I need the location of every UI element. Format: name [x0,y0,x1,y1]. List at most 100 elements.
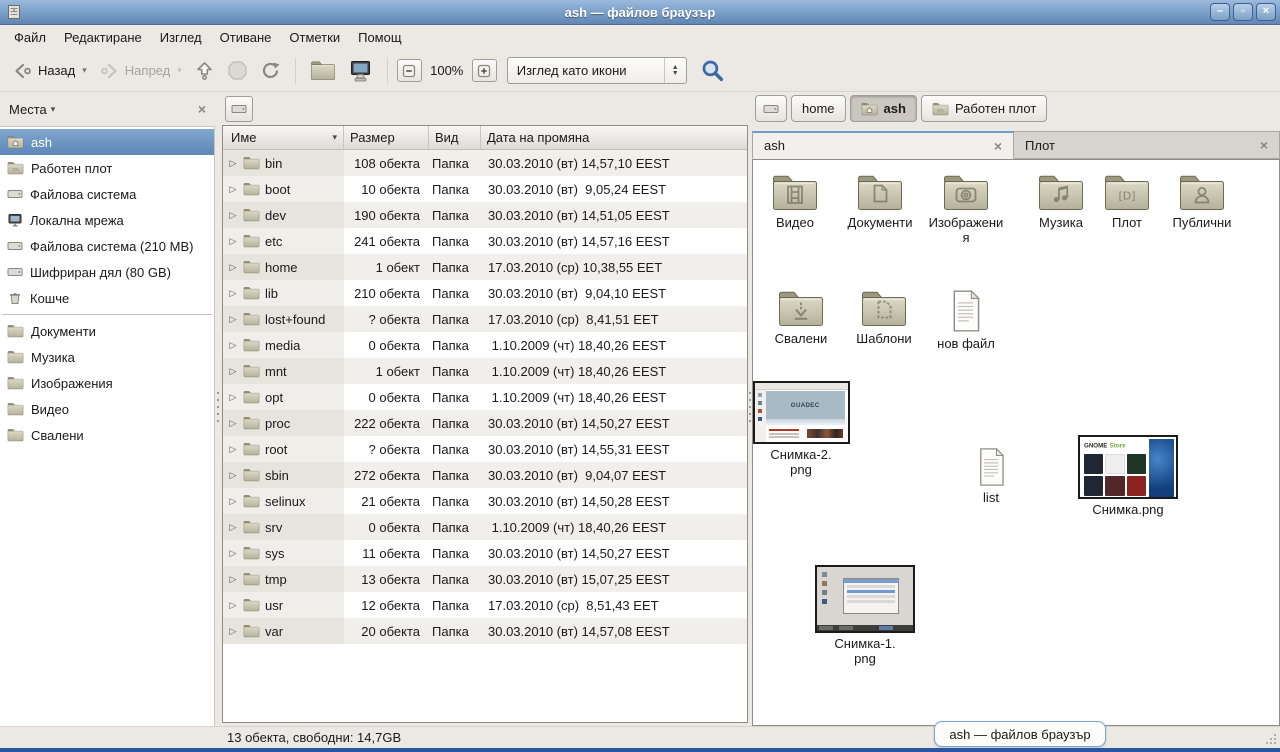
path-button-desktop[interactable]: Работен плот [921,95,1047,122]
path-button-ash[interactable]: ash [850,95,917,122]
expander-icon[interactable]: ▷ [228,340,238,351]
tree-row-var[interactable]: ▷var20 обектаПапка30.03.2010 (вт) 14,57,… [223,618,747,644]
expander-icon[interactable]: ▷ [228,392,238,403]
pane-splitter[interactable] [215,92,222,726]
column-header-date[interactable]: Дата на промяна [481,126,747,149]
column-header-type[interactable]: Вид [429,126,481,149]
maximize-button[interactable]: ▫ [1233,3,1253,21]
tree-row-dev[interactable]: ▷dev190 обектаПапка30.03.2010 (вт) 14,51… [223,202,747,228]
tab-Плот[interactable]: Плот× [1014,131,1280,159]
view-mode-select[interactable]: Изглед като икони ▲▼ [507,57,687,84]
up-button[interactable] [189,56,220,85]
tree-row-opt[interactable]: ▷opt0 обектаПапка 1.10.2009 (чт) 18,40,2… [223,384,747,410]
sidebar-item-11[interactable]: Видео [0,396,214,422]
expander-icon[interactable]: ▷ [228,444,238,455]
tree-row-boot[interactable]: ▷boot10 обектаПапка30.03.2010 (вт) 9,05,… [223,176,747,202]
sidebar-title[interactable]: Места [9,102,47,117]
tree-row-sys[interactable]: ▷sys11 обектаПапка30.03.2010 (вт) 14,50,… [223,540,747,566]
root-location-button[interactable] [225,96,253,122]
sidebar-item-5[interactable]: Шифриран дял (80 GB) [0,259,214,285]
sidebar-item-0[interactable]: ash [0,129,214,155]
icon-item-snimka-1[interactable]: Снимка-1.png [833,565,897,667]
expander-icon[interactable]: ▷ [228,236,238,247]
search-button[interactable] [695,54,730,87]
sidebar-item-2[interactable]: Файлова система [0,181,214,207]
zoom-out-button[interactable] [397,59,422,82]
sidebar-close-icon[interactable]: × [198,101,206,117]
expander-icon[interactable]: ▷ [228,210,238,221]
expander-icon[interactable]: ▷ [228,288,238,299]
tree-row-tmp[interactable]: ▷tmp13 обектаПапка30.03.2010 (вт) 15,07,… [223,566,747,592]
reload-button[interactable] [255,56,286,85]
tree-row-proc[interactable]: ▷proc222 обектаПапка30.03.2010 (вт) 14,5… [223,410,747,436]
sidebar-item-1[interactable]: Работен плот [0,155,214,181]
expander-icon[interactable]: ▷ [228,418,238,429]
icon-item-templates[interactable]: Шаблони [847,289,921,346]
tree-row-sbin[interactable]: ▷sbin272 обектаПапка30.03.2010 (вт) 9,04… [223,462,747,488]
close-button[interactable]: × [1256,3,1276,21]
menu-item-5[interactable]: Помощ [349,27,410,48]
icon-item-videos[interactable]: Видео [763,173,827,230]
tree-row-home[interactable]: ▷home1 обектПапка17.03.2010 (ср) 10,38,5… [223,254,747,280]
tree-row-media[interactable]: ▷media0 обектаПапка 1.10.2009 (чт) 18,40… [223,332,747,358]
expander-icon[interactable]: ▷ [228,600,238,611]
tree-row-bin[interactable]: ▷bin108 обектаПапка30.03.2010 (вт) 14,57… [223,150,747,176]
tab-close-icon[interactable]: × [1260,137,1268,153]
menu-item-3[interactable]: Отиване [211,27,281,48]
sidebar-item-6[interactable]: Кошче [0,285,214,311]
chevron-down-icon[interactable]: ▾ [51,104,56,115]
computer-button[interactable] [343,55,378,87]
tree-row-lost+found[interactable]: ▷lost+found? обектаПапка17.03.2010 (ср) … [223,306,747,332]
home-button[interactable] [305,56,341,85]
expander-icon[interactable]: ▷ [228,574,238,585]
icon-item-list[interactable]: list [961,447,1021,505]
sidebar-item-8[interactable]: Документи [0,318,214,344]
menu-item-1[interactable]: Редактиране [55,27,151,48]
expander-icon[interactable]: ▷ [228,366,238,377]
tree-row-etc[interactable]: ▷etc241 обектаПапка30.03.2010 (вт) 14,57… [223,228,747,254]
icon-item-snimka[interactable]: GNOME Store Снимка.png [1075,435,1181,517]
expander-icon[interactable]: ▷ [228,522,238,533]
forward-button[interactable]: Напред ▾ [94,57,187,85]
expander-icon[interactable]: ▷ [228,184,238,195]
icon-item-desktop[interactable]: Плот [1097,173,1157,230]
tree-row-srv[interactable]: ▷srv0 обектаПапка 1.10.2009 (чт) 18,40,2… [223,514,747,540]
column-header-name[interactable]: Име ▾ [223,126,344,149]
sidebar-item-4[interactable]: Файлова система (210 MB) [0,233,214,259]
expander-icon[interactable]: ▷ [228,158,238,169]
icon-item-downloads[interactable]: Свалени [765,289,837,346]
tab-ash[interactable]: ash× [752,131,1014,159]
icon-item-documents[interactable]: Документи [837,173,923,230]
column-header-size[interactable]: Размер [344,126,429,149]
resize-grip[interactable] [1264,732,1276,744]
sidebar-item-10[interactable]: Изображения [0,370,214,396]
expander-icon[interactable]: ▷ [228,262,238,273]
sidebar-item-12[interactable]: Свалени [0,422,214,448]
menu-item-4[interactable]: Отметки [280,27,349,48]
menu-item-0[interactable]: Файл [5,27,55,48]
menu-item-2[interactable]: Изглед [151,27,211,48]
tree-row-usr[interactable]: ▷usr12 обектаПапка17.03.2010 (ср) 8,51,4… [223,592,747,618]
forward-dropdown-icon[interactable]: ▾ [175,65,182,76]
back-dropdown-icon[interactable]: ▾ [80,65,87,76]
tab-close-icon[interactable]: × [994,138,1002,154]
sidebar-item-9[interactable]: Музика [0,344,214,370]
icon-item-new-file[interactable]: нов файл [929,289,1003,351]
expander-icon[interactable]: ▷ [228,626,238,637]
tree-row-selinux[interactable]: ▷selinux21 обектаПапка30.03.2010 (вт) 14… [223,488,747,514]
path-button-home[interactable]: home [791,95,846,122]
icon-item-music[interactable]: Музика [1027,173,1095,230]
icon-item-public[interactable]: Публични [1161,173,1243,230]
zoom-in-button[interactable] [472,59,497,82]
tree-row-mnt[interactable]: ▷mnt1 обектПапка 1.10.2009 (чт) 18,40,26… [223,358,747,384]
sidebar-item-3[interactable]: Локална мрежа [0,207,214,233]
expander-icon[interactable]: ▷ [228,314,238,325]
tree-row-lib[interactable]: ▷lib210 обектаПапка30.03.2010 (вт) 9,04,… [223,280,747,306]
expander-icon[interactable]: ▷ [228,496,238,507]
expander-icon[interactable]: ▷ [228,548,238,559]
icon-item-pictures[interactable]: Изображения [927,173,1005,246]
path-button-root[interactable] [755,95,787,122]
icon-item-snimka-2[interactable]: GUADEC Снимка-2.png [769,381,833,478]
back-button[interactable]: Назад ▾ [7,57,92,85]
minimize-button[interactable]: – [1210,3,1230,21]
